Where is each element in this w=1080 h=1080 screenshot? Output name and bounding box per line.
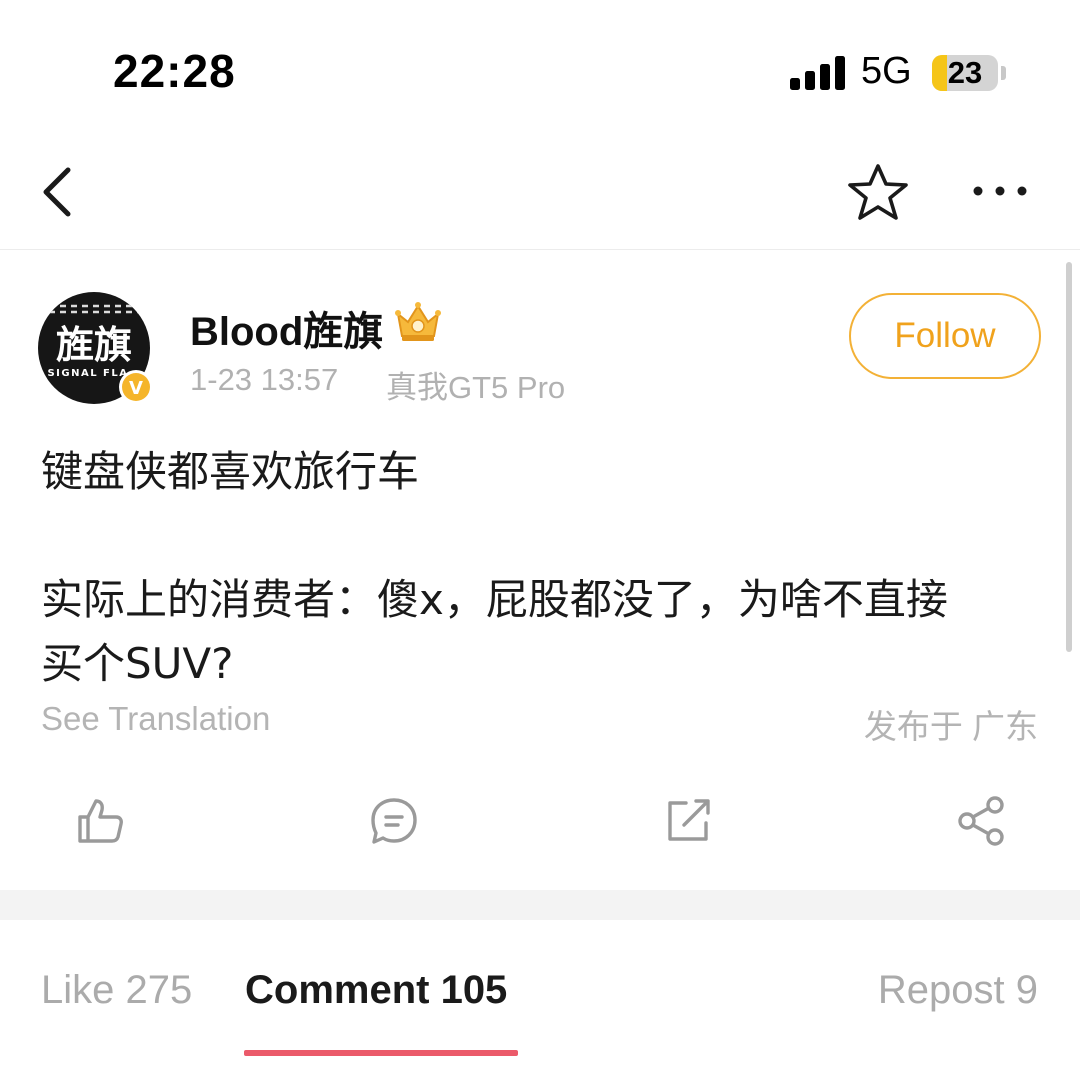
avatar-text: 旌旗 xyxy=(56,322,132,367)
tab-bar: Like 275 Comment 105 Repost 9 xyxy=(0,920,1080,1080)
post-text-line: 买个SUV? xyxy=(41,639,234,688)
nav-bar xyxy=(0,140,1080,250)
comment-icon[interactable] xyxy=(368,795,420,847)
tab-comment[interactable]: Comment 105 xyxy=(245,968,507,1013)
post-text-line: 实际上的消费者：傻x，屁股都没了，为啥不直接 xyxy=(41,575,948,624)
network-type: 5G xyxy=(861,50,912,92)
follow-button[interactable]: Follow xyxy=(849,293,1041,379)
post-location: 发布于 广东 xyxy=(863,708,1038,745)
repost-icon[interactable] xyxy=(662,795,714,847)
section-divider xyxy=(0,890,1080,920)
battery-icon: 23 xyxy=(932,55,998,91)
author-name[interactable]: Blood旌旗 xyxy=(190,299,383,357)
status-bar: 22:28 5G 23 xyxy=(0,0,1080,140)
star-icon[interactable] xyxy=(846,162,910,222)
avatar[interactable]: 旌旗 SIGNAL FLA V xyxy=(38,292,154,408)
post-device: 真我GT5 Pro xyxy=(386,370,566,405)
verified-badge: V xyxy=(129,378,143,399)
post-content: 键盘侠都喜欢旅行车 实际上的消费者：傻x，屁股都没了，为啥不直接 买个SUV? xyxy=(41,440,1041,696)
more-icon[interactable] xyxy=(970,176,1030,206)
battery-level: 23 xyxy=(947,55,983,90)
post-text-line: 键盘侠都喜欢旅行车 xyxy=(41,447,420,496)
battery-tip xyxy=(1001,66,1006,80)
tab-repost[interactable]: Repost 9 xyxy=(878,968,1038,1013)
scrollbar[interactable] xyxy=(1066,262,1072,652)
status-time: 22:28 xyxy=(113,45,236,97)
active-tab-indicator xyxy=(244,1050,518,1056)
signal-strength-icon xyxy=(790,56,845,90)
crown-icon xyxy=(395,302,441,341)
post-time: 1-23 13:57 xyxy=(190,362,339,397)
like-icon[interactable] xyxy=(74,795,126,847)
share-icon[interactable] xyxy=(955,795,1007,847)
see-translation-link[interactable]: See Translation xyxy=(41,700,270,738)
tab-like[interactable]: Like 275 xyxy=(41,968,192,1013)
avatar-subtext: SIGNAL FLA xyxy=(47,368,128,379)
chevron-left-icon[interactable] xyxy=(30,160,86,224)
